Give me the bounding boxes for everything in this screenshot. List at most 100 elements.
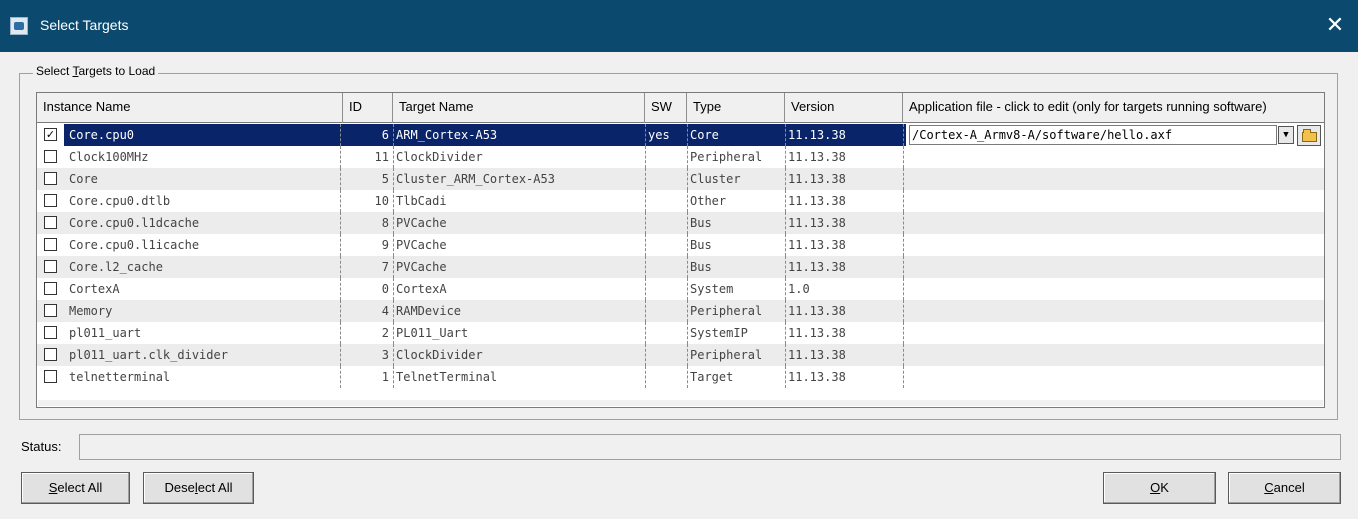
column-separator [645, 190, 646, 212]
type-cell: Bus [690, 260, 712, 274]
id-cell: 6 [381, 128, 389, 142]
column-separator [687, 256, 688, 278]
checkbox-icon[interactable] [44, 370, 57, 383]
column-separator [903, 300, 904, 322]
sw-cell [648, 322, 686, 344]
target-name-cell: CortexA [396, 282, 447, 296]
checkbox-icon[interactable] [44, 194, 57, 207]
column-separator [645, 124, 646, 146]
column-separator [903, 366, 904, 388]
instance-name-cell: Core.cpu0 [69, 128, 135, 142]
cancel-button[interactable]: Cancel [1228, 472, 1341, 504]
column-separator [687, 124, 688, 146]
column-separator [340, 234, 341, 256]
checkbox-icon[interactable] [44, 172, 57, 185]
sw-cell [648, 212, 686, 234]
column-separator [785, 278, 786, 300]
table-row[interactable]: Core.l2_cache 7 PVCache Bus 11.13.38 [37, 256, 1324, 278]
column-header-instance-name[interactable]: Instance Name [37, 93, 343, 123]
column-header-version[interactable]: Version [785, 93, 903, 123]
checkbox-icon[interactable] [44, 150, 57, 163]
column-separator [687, 212, 688, 234]
checkbox-icon[interactable] [44, 282, 57, 295]
instance-name-cell: telnetterminal [69, 370, 171, 384]
folder-open-icon[interactable] [1297, 125, 1321, 146]
column-separator [393, 124, 394, 146]
type-cell: Bus [690, 216, 712, 230]
column-header-application-file[interactable]: Application file - click to edit (only f… [903, 93, 1324, 123]
target-name-cell: PL011_Uart [396, 326, 469, 340]
id-cell: 0 [381, 282, 389, 296]
checkbox-icon[interactable]: ✓ [44, 128, 57, 141]
checkbox-icon[interactable] [44, 238, 57, 251]
column-separator [393, 168, 394, 190]
column-separator [903, 256, 904, 278]
ok-button[interactable]: OK [1103, 472, 1216, 504]
type-cell: Other [690, 194, 727, 208]
column-separator [645, 146, 646, 168]
column-separator [340, 256, 341, 278]
targets-table: Instance Name ID Target Name SW Type Ver… [36, 92, 1325, 408]
instance-name-cell: Clock100MHz [69, 150, 149, 164]
column-separator [393, 190, 394, 212]
checkbox-icon[interactable] [44, 348, 57, 361]
table-row[interactable]: Core.cpu0.l1icache 9 PVCache Bus 11.13.38 [37, 234, 1324, 256]
select-all-button[interactable]: Select All [21, 472, 130, 504]
deselect-all-button[interactable]: Deselect All [143, 472, 254, 504]
column-separator [340, 190, 341, 212]
table-row[interactable]: Clock100MHz 11 ClockDivider Peripheral 11.13… [37, 146, 1324, 168]
id-cell: 8 [381, 216, 389, 230]
target-name-cell: PVCache [396, 238, 447, 252]
checkbox-icon[interactable] [44, 260, 57, 273]
column-separator [645, 366, 646, 388]
sw-cell [648, 234, 686, 256]
column-separator [903, 322, 904, 344]
type-cell: Peripheral [690, 304, 763, 318]
column-separator [903, 212, 904, 234]
table-row[interactable]: telnetterminal 1 TelnetTerminal Target 11.13… [37, 366, 1324, 388]
version-cell: 1.0 [788, 282, 810, 296]
version-cell: 11.13.38 [788, 172, 846, 186]
close-icon[interactable]: ✕ [1312, 0, 1358, 52]
window-title: Select Targets [40, 17, 129, 33]
column-separator [645, 256, 646, 278]
column-header-id[interactable]: ID [343, 93, 393, 123]
checkbox-icon[interactable] [44, 326, 57, 339]
table-row[interactable]: CortexA 0 CortexA System 1.0 [37, 278, 1324, 300]
column-header-target-name[interactable]: Target Name [393, 93, 645, 123]
table-row[interactable]: pl011_uart 2 PL011_Uart SystemIP 11.13.38 [37, 322, 1324, 344]
table-row[interactable]: ✓ Core.cpu0 6 ARM_Cortex-A53 yes Core 11.13.38… [37, 124, 1324, 146]
column-separator [393, 322, 394, 344]
type-cell: SystemIP [690, 326, 748, 340]
table-row[interactable]: Core 5 Cluster_ARM_Cortex-A53 Cluster 11.13.… [37, 168, 1324, 190]
column-separator [340, 366, 341, 388]
application-file-input[interactable]: /Cortex-A_Armv8-A/software/hello.axf [909, 125, 1277, 145]
instance-name-cell: pl011_uart [69, 326, 142, 340]
table-row[interactable]: Memory 4 RAMDevice Peripheral 11.13.38 [37, 300, 1324, 322]
sw-cell [648, 146, 686, 168]
column-separator [785, 322, 786, 344]
column-separator [903, 146, 904, 168]
table-header: Instance Name ID Target Name SW Type Ver… [37, 93, 1324, 123]
id-cell: 11 [374, 150, 389, 164]
table-row[interactable]: pl011_uart.clk_divider 3 ClockDivider Perip… [37, 344, 1324, 366]
column-separator [687, 278, 688, 300]
folder-glyph [1302, 129, 1317, 142]
chevron-down-icon[interactable]: ▼ [1278, 126, 1294, 144]
checkbox-icon[interactable] [44, 216, 57, 229]
table-row[interactable]: Core.cpu0.l1dcache 8 PVCache Bus 11.13.38 [37, 212, 1324, 234]
version-cell: 11.13.38 [788, 150, 846, 164]
column-separator [340, 212, 341, 234]
column-separator [340, 344, 341, 366]
horizontal-scrollbar[interactable] [38, 400, 1323, 406]
sw-cell [648, 190, 686, 212]
target-name-cell: ClockDivider [396, 348, 483, 362]
instance-name-cell: Core.cpu0.l1icache [69, 238, 200, 252]
sw-cell [648, 168, 686, 190]
column-header-sw[interactable]: SW [645, 93, 687, 123]
column-separator [903, 168, 904, 190]
column-header-type[interactable]: Type [687, 93, 785, 123]
checkbox-icon[interactable] [44, 304, 57, 317]
id-cell: 5 [381, 172, 389, 186]
table-row[interactable]: Core.cpu0.dtlb 10 TlbCadi Other 11.13.38 [37, 190, 1324, 212]
